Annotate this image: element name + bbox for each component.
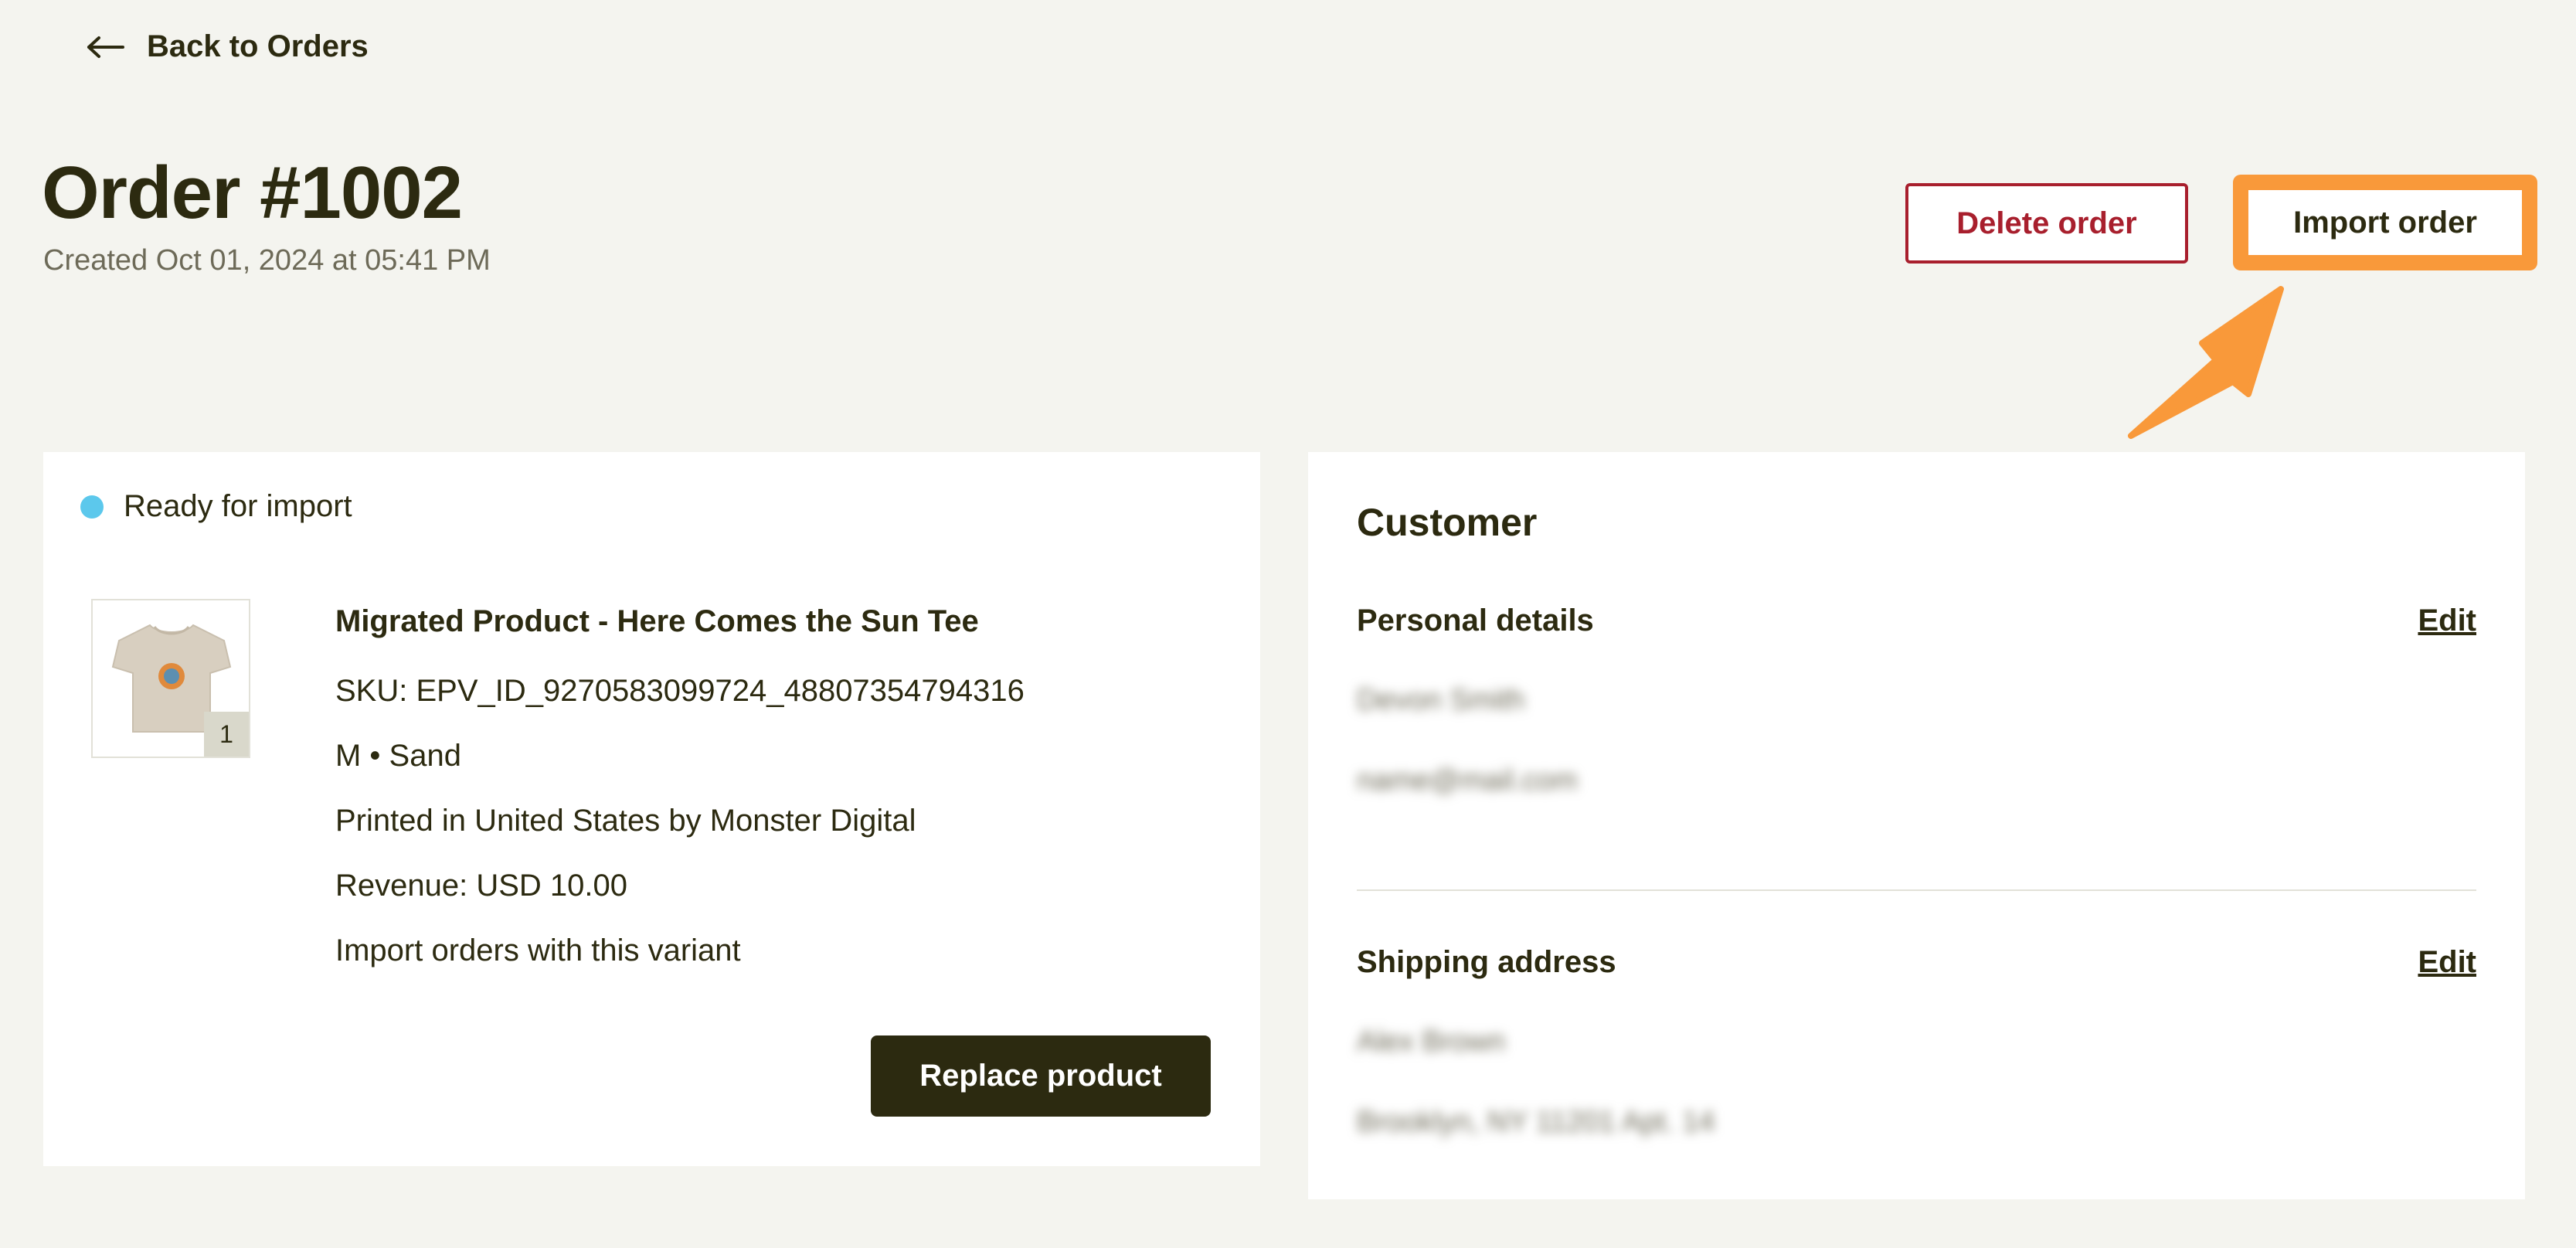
customer-card: Customer Personal details Edit Devon Smi… xyxy=(1308,452,2525,1199)
section-divider xyxy=(1357,889,2476,891)
edit-personal-details-link[interactable]: Edit xyxy=(2418,604,2476,638)
edit-shipping-address-link[interactable]: Edit xyxy=(2418,945,2476,980)
status-dot-icon xyxy=(80,495,104,519)
product-revenue: Revenue: USD 10.00 xyxy=(335,869,628,903)
product-sku: SKU: EPV_ID_9270583099724_48807354794316 xyxy=(335,674,1025,708)
product-import-note: Import orders with this variant xyxy=(335,933,741,967)
product-printed-by: Printed in United States by Monster Digi… xyxy=(335,804,916,838)
delete-order-button[interactable]: Delete order xyxy=(1905,183,2188,264)
arrow-left-icon xyxy=(87,36,124,58)
back-to-orders-label: Back to Orders xyxy=(147,29,369,63)
annotation-arrow-icon xyxy=(2128,286,2284,439)
personal-details-label: Personal details xyxy=(1357,604,1594,638)
product-details: Migrated Product - Here Comes the Sun Te… xyxy=(335,603,1025,997)
back-to-orders-link[interactable]: Back to Orders xyxy=(87,29,369,64)
customer-title: Customer xyxy=(1357,501,1538,544)
product-name: Migrated Product - Here Comes the Sun Te… xyxy=(335,604,979,638)
product-thumbnail: 1 xyxy=(91,599,250,758)
page-title: Order #1002 xyxy=(42,151,463,234)
quantity-badge: 1 xyxy=(204,712,249,757)
order-status-label: Ready for import xyxy=(124,489,352,523)
replace-product-button[interactable]: Replace product xyxy=(871,1035,1211,1117)
shipping-name: Alex Brown xyxy=(1357,1025,1506,1058)
order-items-card: Ready for import 1 Migrated Product - He… xyxy=(43,452,1260,1166)
customer-name: Devon Smith xyxy=(1357,684,1525,716)
shipping-address-line: Brooklyn, NY 11201 Apt. 14 xyxy=(1357,1106,1715,1138)
customer-email: name@mail.com xyxy=(1357,764,1578,797)
product-variant: M • Sand xyxy=(335,739,461,773)
order-status: Ready for import xyxy=(80,489,352,524)
order-created-date: Created Oct 01, 2024 at 05:41 PM xyxy=(43,244,491,277)
import-order-button[interactable]: Import order xyxy=(2248,190,2522,255)
shipping-address-label: Shipping address xyxy=(1357,945,1616,979)
